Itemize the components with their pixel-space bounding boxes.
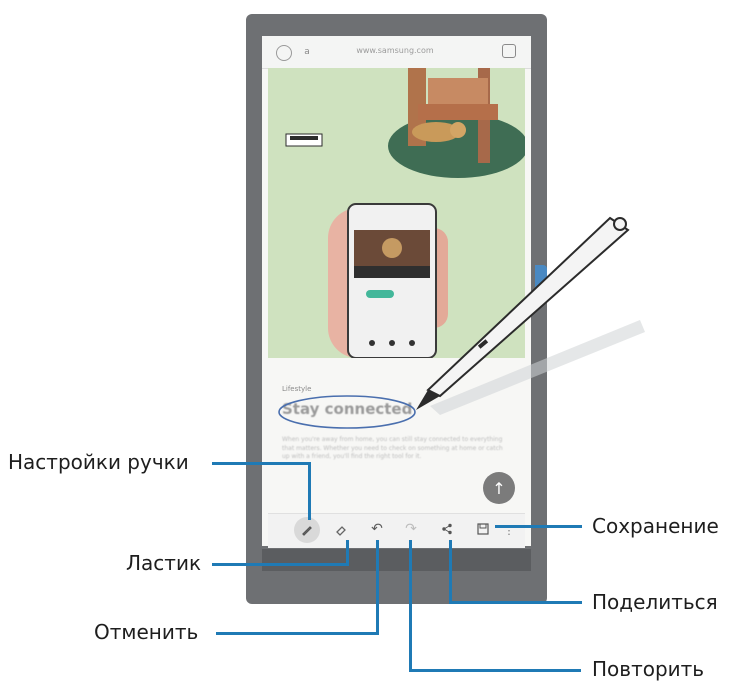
callout-share: Поделиться: [592, 590, 718, 614]
url-text[interactable]: www.samsung.com: [335, 46, 455, 55]
undo-icon[interactable]: ↶: [368, 520, 386, 538]
callout-line-pen-settings-vertical: [308, 462, 311, 520]
lock-icon: a: [304, 47, 310, 57]
callout-line-redo-vertical: [409, 540, 412, 672]
redo-icon[interactable]: ↷: [402, 520, 420, 538]
save-icon[interactable]: [474, 520, 492, 538]
eraser-icon[interactable]: [332, 521, 350, 539]
s-pen: [416, 216, 645, 415]
home-icon[interactable]: [276, 45, 292, 61]
callout-line-undo-vertical: [376, 540, 379, 635]
callout-line-eraser-vertical: [346, 540, 349, 566]
callout-line-share: [449, 601, 582, 604]
callout-redo: Повторить: [592, 657, 705, 681]
pen-icon[interactable]: [294, 517, 320, 543]
callout-line-undo: [216, 632, 379, 635]
callout-line-save: [495, 525, 582, 528]
callout-line-eraser: [212, 563, 349, 566]
article-body: When you're away from home, you can stil…: [282, 436, 503, 460]
nav-bar: [262, 549, 531, 571]
callout-line-share-vertical: [449, 540, 452, 604]
callout-save: Сохранение: [592, 514, 719, 538]
tabs-icon[interactable]: [502, 44, 516, 58]
callout-line-pen-settings: [212, 462, 310, 465]
share-icon[interactable]: [438, 520, 456, 538]
callout-pen-settings: Настройки ручки: [8, 450, 189, 474]
callout-undo: Отменить: [94, 620, 199, 644]
arrow-up-icon[interactable]: ↑: [483, 472, 515, 504]
callout-line-redo: [409, 669, 581, 672]
callout-eraser: Ластик: [126, 551, 202, 575]
